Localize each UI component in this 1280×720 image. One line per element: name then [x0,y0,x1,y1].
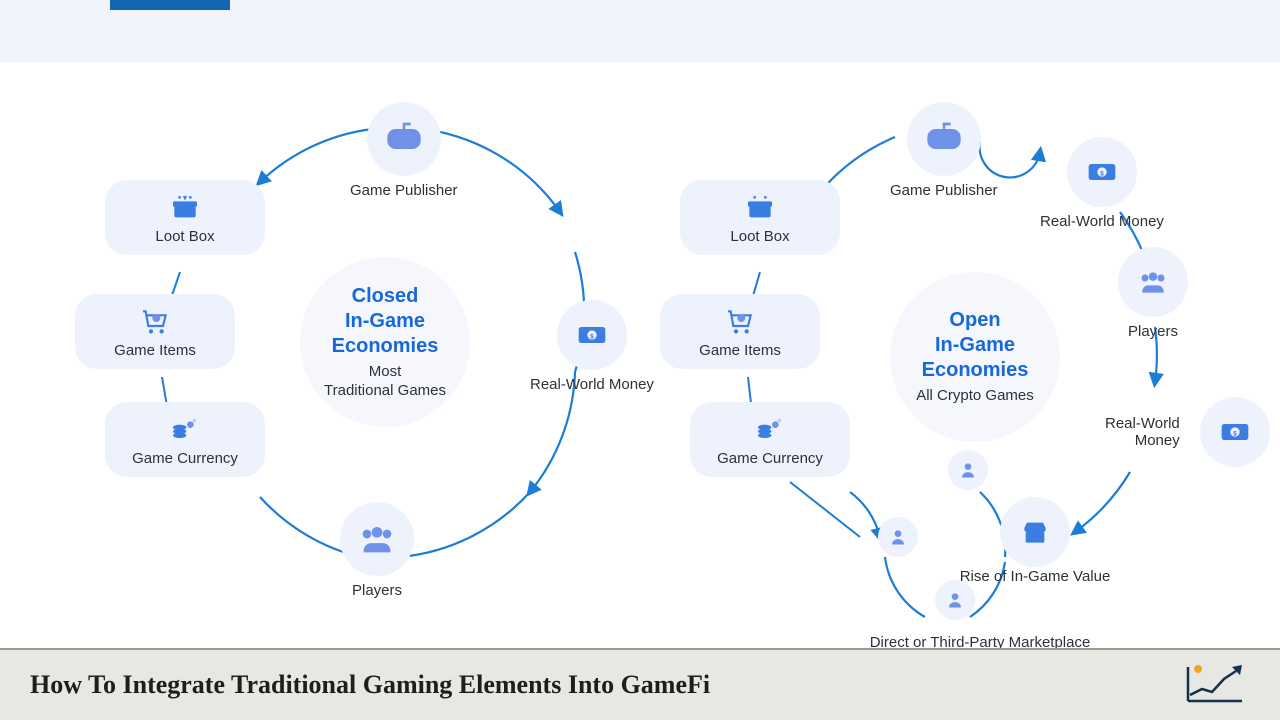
label: Loot Box [155,228,214,245]
label: Loot Box [730,228,789,245]
closed-subtitle: Most Traditional Games [324,363,446,401]
bottom-title-bar: How To Integrate Traditional Gaming Elem… [0,648,1280,720]
players-icon [340,502,414,576]
lootbox-icon [744,192,776,224]
person-icon-2 [878,517,918,563]
closed-economy-center: Closed In-Game Economies Most Traditiona… [300,257,470,427]
person-icon [948,450,988,490]
right-game-currency: Game Currency [690,402,850,477]
right-rise-label: Rise of In-Game Value [935,568,1135,585]
coins-icon [169,414,201,446]
label: Game Items [114,342,196,359]
left-lootbox: Loot Box [105,180,265,255]
right-money-mid: Real-World Money $ [1115,397,1270,467]
players-icon [1118,247,1188,317]
lootbox-icon [169,192,201,224]
label: Players [1128,323,1178,340]
gamepad-icon [907,102,981,176]
right-game-publisher: Game Publisher [890,102,998,199]
top-accent-bar [110,0,230,10]
svg-text:$: $ [1100,170,1104,177]
open-economy-center: Open In-Game Economies All Crypto Games [890,272,1060,442]
coins-icon [754,414,786,446]
left-real-world-money: $ Real-World Money [530,300,654,393]
money-icon: $ [557,300,627,370]
right-rise-node [1000,497,1070,573]
cart-icon [139,306,171,338]
open-subtitle: All Crypto Games [916,387,1034,406]
label: Game Items [699,342,781,359]
right-money-top: $ Real-World Money [1040,137,1164,230]
closed-title: Closed In-Game Economies [332,284,439,359]
label: Game Currency [717,450,823,467]
label: Real-World Money [530,376,654,393]
label: Players [352,582,402,599]
gamepad-icon [367,102,441,176]
person-icon [878,517,918,557]
label: Game Publisher [350,182,458,199]
open-title: Open In-Game Economies [922,308,1029,383]
left-players: Players [340,502,414,599]
left-game-currency: Game Currency [105,402,265,477]
right-game-items: Game Items [660,294,820,369]
label: Game Currency [132,450,238,467]
cart-icon [724,306,756,338]
right-players: Players [1118,247,1188,340]
person-icon-3 [935,580,975,626]
right-lootbox: Loot Box [680,180,840,255]
label: Game Publisher [890,182,998,199]
left-game-publisher: Game Publisher [350,102,458,199]
diagram-area: Closed In-Game Economies Most Traditiona… [0,62,1280,648]
label: Real-World Money [1040,213,1164,230]
chart-growth-icon [1182,659,1250,712]
left-game-items: Game Items [75,294,235,369]
svg-text:$: $ [1233,430,1237,437]
market-icon [1000,497,1070,567]
label: Real-World Money [1105,415,1180,449]
svg-text:$: $ [590,333,594,340]
money-icon: $ [1200,397,1270,467]
person-icon [935,580,975,620]
money-icon: $ [1067,137,1137,207]
page-title: How To Integrate Traditional Gaming Elem… [30,670,710,700]
person-icon-1 [948,450,988,496]
